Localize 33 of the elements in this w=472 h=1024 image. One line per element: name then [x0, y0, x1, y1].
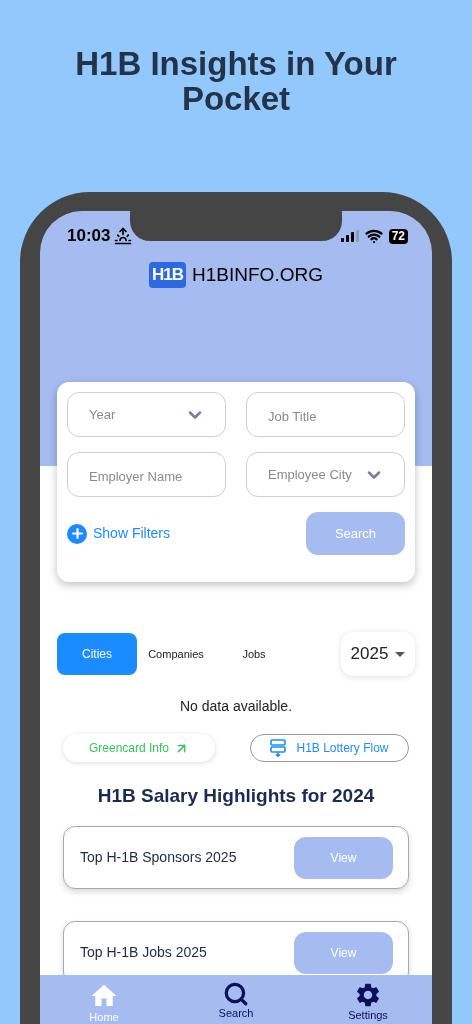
year-dropdown[interactable]: 2025 — [341, 632, 415, 676]
highlight-title: Top H-1B Sponsors 2025 — [80, 848, 237, 867]
nav-tab[interactable]: Settings — [328, 975, 408, 1024]
settings-icon — [354, 981, 382, 1009]
search-icon — [223, 981, 249, 1007]
section-title: H1B Salary Highlights for 2024 — [96, 784, 376, 808]
sunrise-icon — [114, 227, 133, 245]
text-field[interactable]: Employer Name — [67, 452, 226, 497]
greencard-link[interactable]: Greencard Info — [63, 734, 215, 762]
view-button[interactable]: View — [294, 836, 393, 879]
brand-logo: H1B — [149, 262, 187, 288]
caret-icon — [395, 651, 406, 657]
flowchart-icon — [270, 739, 287, 757]
text-field[interactable]: Job Title — [246, 392, 405, 437]
battery-indicator: 72 — [388, 228, 408, 244]
dropdown-field[interactable]: Employee City — [246, 452, 405, 497]
highlight-title: Top H-1B Jobs 2025 — [80, 943, 207, 962]
tab[interactable]: Cities — [57, 633, 137, 675]
empty-message: No data available. — [178, 697, 294, 716]
search-button[interactable]: Search — [306, 512, 405, 555]
show-filters-link[interactable]: Show Filters — [67, 523, 171, 544]
dropdown-field[interactable]: Year — [67, 392, 226, 437]
tab[interactable]: Companies — [137, 633, 215, 675]
status-time: 10:03 — [67, 225, 111, 248]
wifi-icon — [364, 227, 383, 245]
view-button[interactable]: View — [294, 931, 393, 974]
signal-icon — [340, 230, 359, 242]
headline: H1B Insights in Your Pocket — [74, 44, 398, 116]
tab[interactable]: Jobs — [215, 633, 293, 675]
brand-name: H1BINFO.ORG — [192, 262, 323, 287]
lottery-flow-button[interactable]: H1B Lottery Flow — [250, 734, 409, 762]
nav-tab[interactable]: Search — [196, 975, 276, 1024]
nav-tab[interactable]: Home — [64, 975, 144, 1024]
